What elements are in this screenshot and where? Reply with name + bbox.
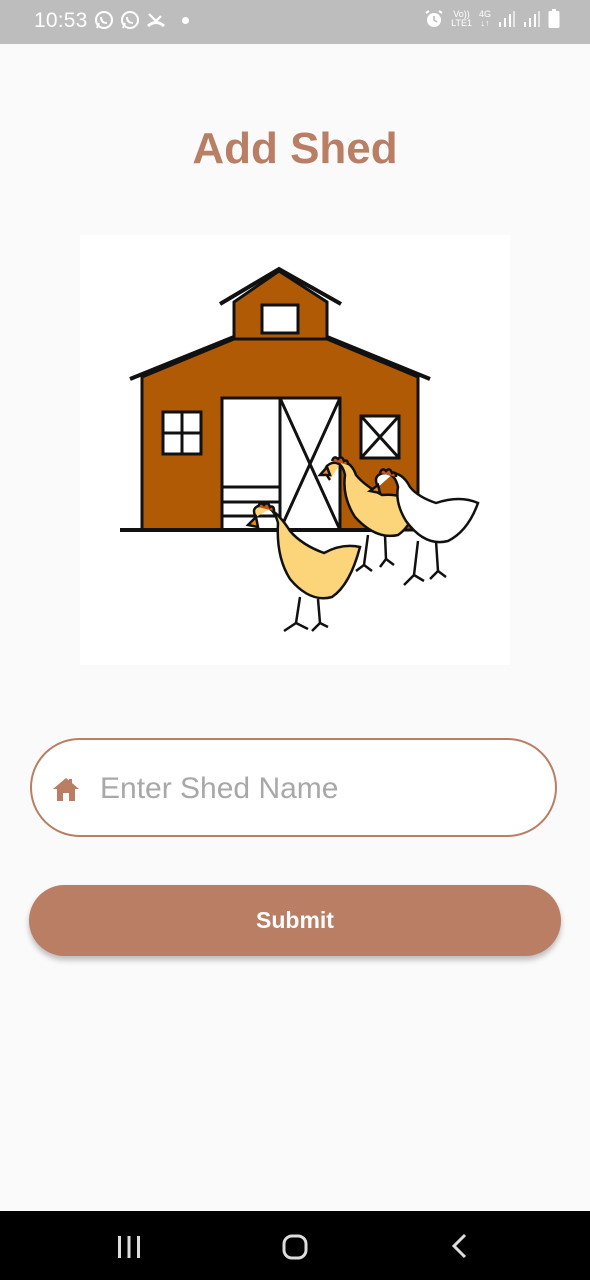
battery-icon — [548, 9, 560, 28]
status-time: 10:53 — [34, 9, 88, 32]
shed-name-input[interactable] — [98, 760, 522, 818]
missed-call-icon — [147, 13, 165, 28]
shed-illustration — [80, 235, 510, 665]
signal-icon — [524, 11, 540, 27]
submit-button[interactable]: Submit — [29, 885, 561, 956]
alarm-icon — [425, 10, 443, 27]
recents-icon[interactable] — [117, 1236, 141, 1258]
navigation-bar — [0, 1211, 590, 1280]
volte-indicator: Vo)) LTE1 — [451, 9, 472, 28]
status-bar: 10:53 Vo)) LTE1 4G ↓↑ — [0, 0, 590, 44]
whatsapp-icon — [121, 11, 139, 29]
whatsapp-icon — [95, 11, 113, 29]
home-icon — [53, 778, 79, 801]
4g-indicator: 4G ↓↑ — [478, 9, 491, 28]
status-notification-icons — [94, 10, 189, 30]
signal-icon — [499, 11, 515, 27]
shed-name-field[interactable] — [30, 738, 557, 837]
status-system-icons: Vo)) LTE1 4G ↓↑ — [424, 9, 560, 29]
home-button-icon[interactable] — [282, 1234, 308, 1260]
more-notifications-dot — [182, 16, 189, 24]
barn-chickens-image — [120, 266, 480, 633]
page-title: Add Shed — [192, 124, 398, 173]
back-icon[interactable] — [450, 1233, 468, 1259]
